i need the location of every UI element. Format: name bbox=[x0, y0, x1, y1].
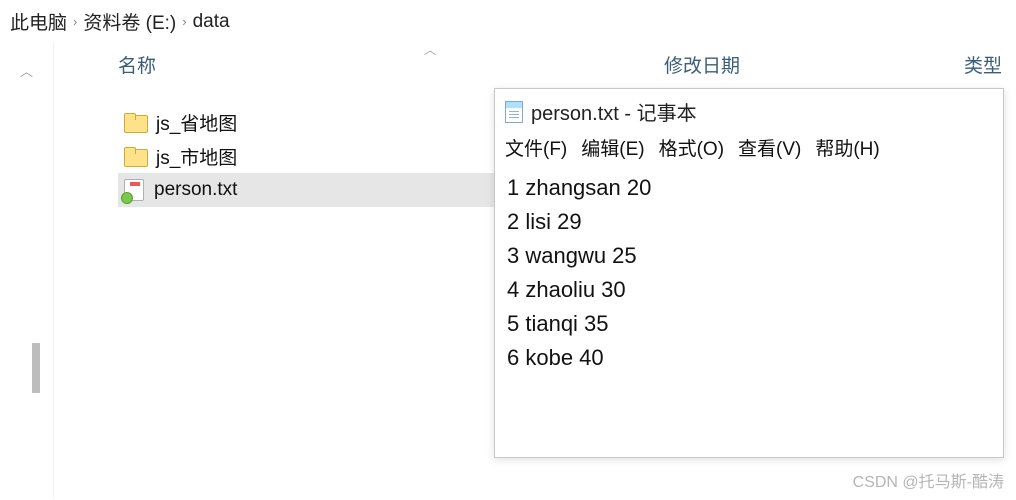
chevron-right-icon: › bbox=[73, 14, 77, 29]
breadcrumb-item[interactable]: 此电脑 bbox=[10, 8, 67, 35]
file-label: js_省地图 bbox=[156, 109, 237, 136]
breadcrumb[interactable]: 此电脑 › 资料卷 (E:) › data bbox=[0, 0, 1016, 43]
column-headers: ︿ 名称 修改日期 类型 bbox=[54, 43, 1016, 85]
watermark: CSDN @托马斯-酷涛 bbox=[853, 468, 1004, 492]
notepad-text-area[interactable]: 1 zhangsan 20 2 lisi 29 3 wangwu 25 4 zh… bbox=[495, 169, 1003, 378]
file-label: person.txt bbox=[154, 179, 237, 201]
sort-indicator-icon: ︿ bbox=[424, 41, 436, 58]
notepad-titlebar[interactable]: person.txt - 记事本 bbox=[495, 89, 1003, 130]
tree-scrollbar[interactable]: ︿ bbox=[0, 43, 54, 499]
breadcrumb-item[interactable]: 资料卷 (E:) bbox=[83, 8, 176, 35]
menu-format[interactable]: 格式(O) bbox=[659, 134, 724, 161]
notepad-window[interactable]: person.txt - 记事本 文件(F) 编辑(E) 格式(O) 查看(V)… bbox=[494, 88, 1004, 458]
column-date[interactable]: 修改日期 bbox=[658, 51, 958, 78]
column-type[interactable]: 类型 bbox=[958, 51, 1016, 78]
notepad-icon bbox=[505, 101, 523, 123]
menu-file[interactable]: 文件(F) bbox=[505, 134, 567, 161]
scroll-thumb[interactable] bbox=[32, 343, 40, 393]
menu-help[interactable]: 帮助(H) bbox=[815, 134, 879, 161]
folder-icon bbox=[124, 113, 146, 131]
chevron-right-icon: › bbox=[182, 14, 186, 29]
scroll-up-icon[interactable]: ︿ bbox=[20, 61, 33, 80]
column-name[interactable]: 名称 bbox=[118, 51, 658, 78]
file-label: js_市地图 bbox=[156, 143, 237, 170]
folder-icon bbox=[124, 147, 146, 165]
text-file-icon bbox=[124, 179, 144, 201]
menu-edit[interactable]: 编辑(E) bbox=[581, 134, 644, 161]
breadcrumb-item[interactable]: data bbox=[193, 11, 230, 33]
window-title: person.txt - 记事本 bbox=[531, 97, 697, 126]
menu-view[interactable]: 查看(V) bbox=[738, 134, 801, 161]
notepad-menubar: 文件(F) 编辑(E) 格式(O) 查看(V) 帮助(H) bbox=[495, 130, 1003, 169]
list-item[interactable]: person.txt bbox=[118, 173, 538, 207]
